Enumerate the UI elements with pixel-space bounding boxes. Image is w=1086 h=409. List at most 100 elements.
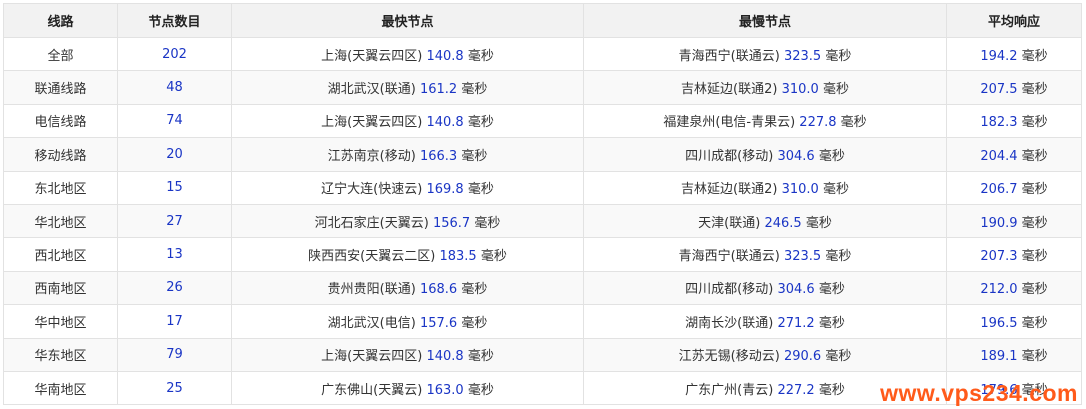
slowest-node-ms: 227.8	[799, 115, 837, 131]
node-count-cell: 74	[117, 103, 232, 139]
average-response-cell: 194.2 毫秒	[946, 36, 1082, 72]
slowest-node-ms: 271.2	[777, 315, 815, 331]
node-count-cell: 202	[117, 36, 232, 72]
unit-label: 毫秒	[1021, 215, 1048, 231]
header-row: 线路 节点数目 最快节点 最慢节点 平均响应	[3, 3, 1082, 38]
route-cell: 电信线路	[3, 103, 118, 139]
slowest-node-ms: 246.5	[764, 215, 802, 231]
average-ms: 207.3	[980, 249, 1018, 265]
average-ms: 182.3	[980, 115, 1018, 131]
route-cell: 西北地区	[3, 237, 118, 272]
slowest-node-cell: 天津(联通) 246.5 毫秒	[583, 203, 947, 239]
node-count-cell: 17	[117, 304, 232, 339]
header-average-response: 平均响应	[946, 3, 1082, 38]
table-header: 线路 节点数目 最快节点 最慢节点 平均响应	[3, 3, 1082, 38]
unit-label: 毫秒	[467, 48, 494, 64]
unit-label: 毫秒	[1021, 182, 1048, 198]
table-row: 移动线路 20 江苏南京(移动) 166.3 毫秒 四川成都(移动) 304.6 毫秒…	[3, 137, 1082, 172]
unit-label: 毫秒	[818, 315, 845, 331]
route-cell: 全部	[3, 36, 118, 72]
slowest-node-name: 四川成都(移动)	[685, 148, 774, 164]
fastest-node-name: 陕西西安(天翼云二区)	[308, 249, 436, 265]
fastest-node-ms: 157.6	[419, 315, 458, 331]
node-count-cell: 20	[117, 137, 232, 172]
average-response-cell: 204.4 毫秒	[946, 137, 1082, 172]
route-cell: 东北地区	[3, 170, 118, 205]
route-cell: 华东地区	[3, 337, 118, 372]
slowest-node-ms: 290.6	[783, 349, 822, 365]
fastest-node-name: 上海(天翼云四区)	[321, 115, 423, 131]
slowest-node-name: 青海西宁(联通云)	[678, 48, 780, 64]
route-cell: 移动线路	[3, 137, 118, 172]
table-row: 全部 202 上海(天翼云四区) 140.8 毫秒 青海西宁(联通云) 323.5 毫…	[3, 36, 1082, 72]
fastest-node-ms: 140.8	[426, 349, 464, 365]
fastest-node-name: 上海(天翼云四区)	[321, 48, 423, 64]
fastest-node-cell: 上海(天翼云四区) 140.8 毫秒	[231, 36, 584, 72]
fastest-node-cell: 贵州贵阳(联通) 168.6 毫秒	[231, 270, 584, 306]
average-response-cell: 207.5 毫秒	[946, 70, 1082, 105]
fastest-node-cell: 上海(天翼云四区) 140.8 毫秒	[231, 337, 584, 372]
route-cell: 联通线路	[3, 70, 118, 105]
node-count-cell: 15	[117, 170, 232, 205]
average-ms: 179.6	[980, 382, 1018, 398]
unit-label: 毫秒	[461, 82, 488, 98]
unit-label: 毫秒	[825, 349, 852, 365]
unit-label: 毫秒	[1021, 315, 1048, 331]
table-row: 华南地区 25 广东佛山(天翼云) 163.0 毫秒 广东广州(青云) 227.2 毫…	[3, 370, 1082, 406]
average-ms: 206.7	[980, 182, 1018, 198]
route-cell: 华北地区	[3, 203, 118, 239]
fastest-node-name: 湖北武汉(联通)	[327, 82, 416, 98]
fastest-node-name: 湖北武汉(电信)	[327, 315, 416, 331]
node-count-cell: 27	[117, 203, 232, 239]
average-ms: 194.2	[980, 48, 1018, 64]
slowest-node-name: 湖南长沙(联通)	[685, 315, 774, 331]
average-ms: 207.5	[980, 82, 1018, 98]
fastest-node-cell: 河北石家庄(天翼云) 156.7 毫秒	[231, 203, 584, 239]
unit-label: 毫秒	[1021, 82, 1048, 98]
unit-label: 毫秒	[1021, 282, 1048, 298]
slowest-node-cell: 江苏无锡(移动云) 290.6 毫秒	[583, 337, 947, 372]
table-row: 华东地区 79 上海(天翼云四区) 140.8 毫秒 江苏无锡(移动云) 290.6 …	[3, 337, 1082, 372]
header-node-count: 节点数目	[117, 3, 232, 38]
node-count-cell: 48	[117, 70, 232, 105]
slowest-node-name: 四川成都(移动)	[685, 282, 774, 298]
fastest-node-cell: 上海(天翼云四区) 140.8 毫秒	[231, 103, 584, 139]
average-response-cell: 182.3 毫秒	[946, 103, 1082, 139]
average-ms: 212.0	[980, 282, 1018, 298]
average-ms: 189.1	[980, 349, 1018, 365]
average-response-cell: 206.7 毫秒	[946, 170, 1082, 205]
fastest-node-name: 贵州贵阳(联通)	[327, 282, 416, 298]
unit-label: 毫秒	[474, 215, 501, 231]
unit-label: 毫秒	[467, 382, 494, 398]
table-row: 华中地区 17 湖北武汉(电信) 157.6 毫秒 湖南长沙(联通) 271.2 毫秒…	[3, 304, 1082, 339]
unit-label: 毫秒	[825, 249, 852, 265]
average-response-cell: 207.3 毫秒	[946, 237, 1082, 272]
fastest-node-ms: 166.3	[419, 148, 458, 164]
fastest-node-name: 上海(天翼云四区)	[321, 349, 423, 365]
slowest-node-cell: 吉林延边(联通2) 310.0 毫秒	[583, 170, 947, 205]
slowest-node-ms: 323.5	[783, 249, 822, 265]
average-response-cell: 189.1 毫秒	[946, 337, 1082, 372]
average-ms: 190.9	[980, 215, 1018, 231]
fastest-node-cell: 湖北武汉(联通) 161.2 毫秒	[231, 70, 584, 105]
fastest-node-ms: 168.6	[419, 282, 458, 298]
node-count-cell: 25	[117, 370, 232, 406]
unit-label: 毫秒	[1021, 148, 1048, 164]
slowest-node-ms: 323.5	[783, 48, 822, 64]
route-cell: 华中地区	[3, 304, 118, 339]
route-cell: 西南地区	[3, 270, 118, 306]
page: 线路 节点数目 最快节点 最慢节点 平均响应 全部 202 上海(天翼云四区) 14…	[0, 0, 1086, 409]
fastest-node-cell: 湖北武汉(电信) 157.6 毫秒	[231, 304, 584, 339]
slowest-node-ms: 227.2	[777, 382, 815, 398]
fastest-node-name: 辽宁大连(快速云)	[321, 182, 423, 198]
fastest-node-cell: 辽宁大连(快速云) 169.8 毫秒	[231, 170, 584, 205]
slowest-node-cell: 吉林延边(联通2) 310.0 毫秒	[583, 70, 947, 105]
slowest-node-name: 江苏无锡(移动云)	[678, 349, 780, 365]
unit-label: 毫秒	[467, 182, 494, 198]
header-route: 线路	[3, 3, 118, 38]
fastest-node-ms: 183.5	[439, 249, 477, 265]
unit-label: 毫秒	[461, 282, 488, 298]
route-cell: 华南地区	[3, 370, 118, 406]
table-row: 西北地区 13 陕西西安(天翼云二区) 183.5 毫秒 青海西宁(联通云) 323.…	[3, 237, 1082, 272]
average-ms: 204.4	[980, 148, 1018, 164]
